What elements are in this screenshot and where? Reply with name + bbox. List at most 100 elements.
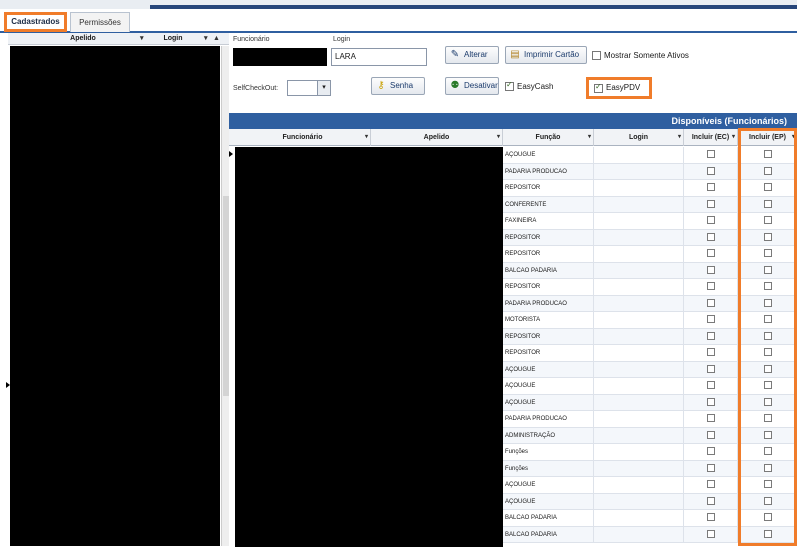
- table-row[interactable]: PADARIA PRODUCAO: [503, 295, 797, 312]
- incluir-ep-checkbox[interactable]: [764, 298, 772, 307]
- filter-dropdown-icon[interactable]: ▾: [365, 129, 368, 146]
- incluir-ec-checkbox[interactable]: [707, 529, 715, 538]
- filter-dropdown-icon[interactable]: ▾: [732, 129, 735, 146]
- vertical-scrollbar[interactable]: [221, 46, 229, 546]
- column-apelido[interactable]: Apelido ▾: [371, 129, 503, 146]
- incluir-ep-checkbox[interactable]: [764, 331, 772, 340]
- table-row[interactable]: FAXINEIRA: [503, 213, 797, 230]
- incluir-ec-checkbox[interactable]: [707, 331, 715, 340]
- table-row[interactable]: AÇOUGUE: [503, 361, 797, 378]
- filter-dropdown-icon[interactable]: ▾: [588, 129, 591, 146]
- filter-dropdown-icon[interactable]: ▾: [497, 129, 500, 146]
- mostrar-ativos-checkbox[interactable]: [592, 51, 601, 60]
- incluir-ep-checkbox[interactable]: [764, 265, 772, 274]
- column-incluir-ep[interactable]: Incluir (EP) ▾: [738, 129, 797, 146]
- incluir-ec-checkbox[interactable]: [707, 298, 715, 307]
- incluir-ec-checkbox[interactable]: [707, 199, 715, 208]
- incluir-ec-checkbox[interactable]: [707, 496, 715, 505]
- incluir-ec-checkbox[interactable]: [707, 364, 715, 373]
- table-row[interactable]: PADARIA PRODUCAO: [503, 411, 797, 428]
- table-row[interactable]: Funções: [503, 444, 797, 461]
- column-login[interactable]: Login: [148, 33, 198, 45]
- column-funcao[interactable]: Função ▾: [503, 129, 594, 146]
- column-incluir-ec[interactable]: Incluir (EC) ▾: [684, 129, 738, 146]
- column-login[interactable]: Login ▾: [594, 129, 684, 146]
- incluir-ep-checkbox[interactable]: [764, 381, 772, 389]
- incluir-ep-checkbox[interactable]: [764, 364, 772, 373]
- imprimir-cartao-button[interactable]: ▤ Imprimir Cartão: [505, 46, 587, 64]
- incluir-ep-checkbox[interactable]: [764, 232, 772, 241]
- table-row[interactable]: AÇOUGUE: [503, 477, 797, 494]
- easycash-checkbox[interactable]: [505, 80, 514, 91]
- table-row[interactable]: REPOSITOR: [503, 345, 797, 362]
- selfcheckout-select[interactable]: ▾: [287, 80, 331, 96]
- incluir-ep-checkbox[interactable]: [764, 282, 772, 290]
- filter-dropdown-icon[interactable]: ▾: [792, 129, 795, 146]
- tab-permissoes[interactable]: Permissões: [70, 12, 130, 32]
- incluir-ec-checkbox[interactable]: [707, 315, 715, 323]
- incluir-ec-checkbox[interactable]: [707, 447, 715, 455]
- table-row[interactable]: REPOSITOR: [503, 328, 797, 345]
- incluir-ep-checkbox[interactable]: [764, 463, 772, 472]
- incluir-ec-checkbox[interactable]: [707, 282, 715, 290]
- incluir-ep-checkbox[interactable]: [764, 199, 772, 208]
- table-row[interactable]: BALCAO PADARIA: [503, 262, 797, 279]
- tab-cadastrados[interactable]: Cadastrados: [4, 12, 67, 32]
- easypdv-checkbox[interactable]: [594, 82, 603, 93]
- filter-dropdown-icon[interactable]: ▾: [140, 33, 144, 45]
- incluir-ec-checkbox[interactable]: [707, 381, 715, 389]
- table-row[interactable]: PADARIA PRODUCAO: [503, 163, 797, 180]
- incluir-ep-checkbox[interactable]: [764, 348, 772, 356]
- incluir-ep-checkbox[interactable]: [764, 414, 772, 422]
- table-row[interactable]: REPOSITOR: [503, 279, 797, 296]
- incluir-ep-checkbox[interactable]: [764, 397, 772, 406]
- table-row[interactable]: AÇOUGUE: [503, 378, 797, 395]
- filter-dropdown-icon[interactable]: ▾: [204, 33, 208, 45]
- incluir-ep-checkbox[interactable]: [764, 183, 772, 191]
- table-row[interactable]: REPOSITOR: [503, 180, 797, 197]
- sort-up-icon[interactable]: ▲: [213, 33, 220, 45]
- table-row[interactable]: MOTORISTA: [503, 312, 797, 329]
- incluir-ec-checkbox[interactable]: [707, 216, 715, 224]
- incluir-ec-checkbox[interactable]: [707, 150, 715, 158]
- incluir-ep-checkbox[interactable]: [764, 480, 772, 488]
- incluir-ec-checkbox[interactable]: [707, 166, 715, 175]
- incluir-ep-checkbox[interactable]: [764, 529, 772, 538]
- incluir-ec-checkbox[interactable]: [707, 348, 715, 356]
- login-field[interactable]: LARA: [331, 48, 427, 66]
- table-row[interactable]: REPOSITOR: [503, 246, 797, 263]
- incluir-ep-checkbox[interactable]: [764, 496, 772, 505]
- table-row[interactable]: AÇOUGUE: [503, 493, 797, 510]
- incluir-ec-checkbox[interactable]: [707, 397, 715, 406]
- table-row[interactable]: BALCAO PADARIA: [503, 526, 797, 543]
- incluir-ec-checkbox[interactable]: [707, 480, 715, 488]
- incluir-ec-checkbox[interactable]: [707, 232, 715, 241]
- incluir-ec-checkbox[interactable]: [707, 265, 715, 274]
- table-row[interactable]: CONFERENTE: [503, 196, 797, 213]
- table-row[interactable]: REPOSITOR: [503, 229, 797, 246]
- incluir-ep-checkbox[interactable]: [764, 430, 772, 439]
- incluir-ep-checkbox[interactable]: [764, 315, 772, 323]
- desativar-button[interactable]: ⚉ Desativar: [445, 77, 499, 95]
- incluir-ep-checkbox[interactable]: [764, 513, 772, 521]
- incluir-ec-checkbox[interactable]: [707, 249, 715, 257]
- incluir-ep-checkbox[interactable]: [764, 150, 772, 158]
- table-row[interactable]: BALCAO PADARIA: [503, 510, 797, 527]
- incluir-ep-checkbox[interactable]: [764, 216, 772, 224]
- senha-button[interactable]: ⚷ Senha: [371, 77, 425, 95]
- incluir-ec-checkbox[interactable]: [707, 430, 715, 439]
- incluir-ep-checkbox[interactable]: [764, 249, 772, 257]
- alterar-button[interactable]: ✎ Alterar: [445, 46, 499, 64]
- incluir-ep-checkbox[interactable]: [764, 166, 772, 175]
- incluir-ec-checkbox[interactable]: [707, 183, 715, 191]
- table-row[interactable]: ADMINISTRAÇÃO: [503, 427, 797, 444]
- incluir-ec-checkbox[interactable]: [707, 414, 715, 422]
- filter-dropdown-icon[interactable]: ▾: [678, 129, 681, 146]
- table-row[interactable]: AÇOUGUE: [503, 147, 797, 164]
- column-funcionario[interactable]: Funcionário ▾: [235, 129, 371, 146]
- table-row[interactable]: Funções: [503, 460, 797, 477]
- table-row[interactable]: AÇOUGUE: [503, 394, 797, 411]
- incluir-ec-checkbox[interactable]: [707, 513, 715, 521]
- incluir-ec-checkbox[interactable]: [707, 463, 715, 472]
- incluir-ep-checkbox[interactable]: [764, 447, 772, 455]
